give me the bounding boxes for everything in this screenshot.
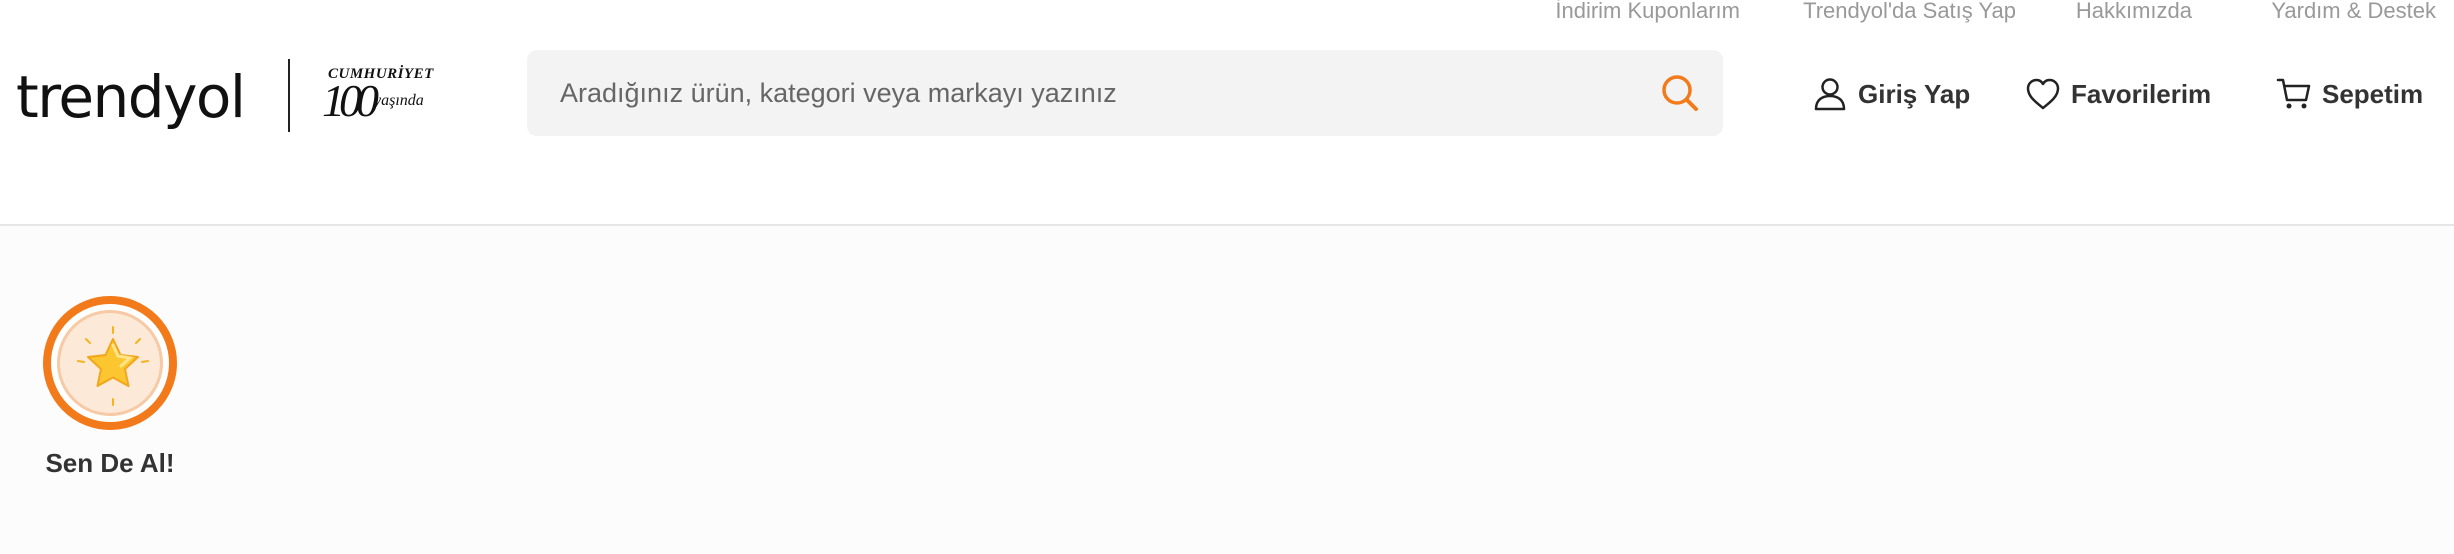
anniversary-logo: CUMHURİYET 100 yaşında bbox=[322, 64, 433, 126]
login-button[interactable]: Giriş Yap bbox=[1812, 72, 1970, 116]
site-header: İndirim Kuponlarım Trendyol'da Satış Yap… bbox=[0, 0, 2454, 226]
story-ring bbox=[43, 296, 177, 430]
story-item[interactable]: Sen De Al! bbox=[40, 296, 180, 486]
star-icon bbox=[77, 326, 149, 406]
top-link-about[interactable]: Hakkımızda bbox=[2076, 0, 2192, 22]
search-bar[interactable]: Aradığınız ürün, kategori veya markayı y… bbox=[527, 50, 1723, 136]
cart-icon bbox=[2276, 78, 2311, 109]
cart-label: Sepetim bbox=[2322, 79, 2424, 109]
story-label: Sen De Al! bbox=[45, 448, 175, 478]
top-link-coupons[interactable]: İndirim Kuponlarım bbox=[1555, 0, 1740, 22]
favorites-button[interactable]: Favorilerim bbox=[2025, 72, 2211, 116]
top-link-sell[interactable]: Trendyol'da Satış Yap bbox=[1803, 0, 2016, 22]
user-icon bbox=[1814, 78, 1846, 111]
logo-wordmark: trendyol bbox=[16, 63, 246, 131]
cart-button[interactable]: Sepetim bbox=[2276, 72, 2423, 116]
search-icon[interactable] bbox=[1659, 72, 1701, 114]
login-label: Giriş Yap bbox=[1858, 79, 1971, 109]
anniversary-number: 100 bbox=[322, 75, 379, 126]
heart-icon bbox=[2026, 78, 2060, 110]
logo-divider bbox=[288, 59, 290, 132]
favorites-label: Favorilerim bbox=[2071, 79, 2212, 109]
trendyol-logo[interactable]: trendyol bbox=[16, 62, 246, 132]
story-inner bbox=[57, 310, 163, 416]
top-link-help[interactable]: Yardım & Destek bbox=[2271, 0, 2436, 22]
search-input[interactable]: Aradığınız ürün, kategori veya markayı y… bbox=[560, 77, 1117, 109]
anniversary-sub-text: yaşında bbox=[374, 92, 424, 109]
